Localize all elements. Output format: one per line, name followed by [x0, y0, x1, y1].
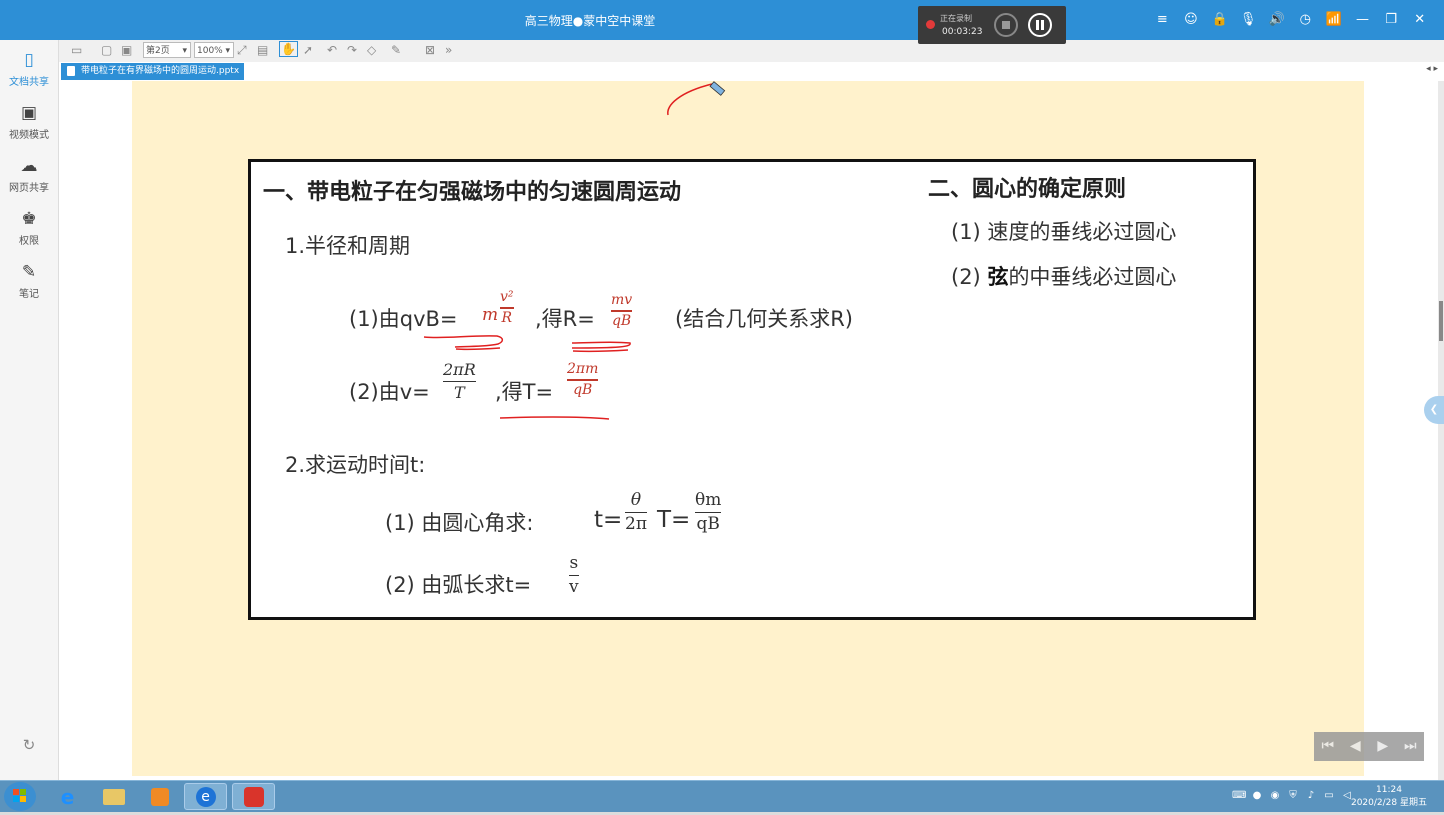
ie-browser-open-icon[interactable]: e	[184, 783, 227, 810]
pen-annotations	[423, 81, 726, 420]
monitor-icon[interactable]: ▭	[1322, 789, 1336, 803]
ie-browser-icon[interactable]: e	[46, 783, 89, 810]
pause-recording-button[interactable]	[1028, 13, 1052, 37]
next-page-button[interactable]: ▶	[1369, 732, 1397, 761]
taskbar: e e ⌨ ● ◉ ⛨ ♪ ▭ ◁ 11:24 2020/2/28 星期五	[0, 780, 1444, 812]
recording-time: 00:03:23	[942, 27, 983, 37]
annotation-underline	[455, 347, 501, 351]
pause-icon	[1036, 20, 1044, 30]
clock-date: 2020/2/28 星期五	[1350, 798, 1427, 808]
volume-icon[interactable]: ♪	[1304, 789, 1318, 803]
taskbar-clock[interactable]: 11:24 2020/2/28 星期五	[1350, 784, 1428, 810]
slide-navigation: ⏮ ◀ ▶ ⏭	[1314, 732, 1424, 761]
system-tray: ⌨ ● ◉ ⛨ ♪ ▭ ◁	[1232, 789, 1354, 803]
media-player-icon[interactable]	[138, 783, 181, 810]
annotation-underline	[423, 335, 504, 348]
annotation-underline	[499, 416, 610, 420]
stop-icon	[1002, 21, 1010, 29]
record-dot-icon	[926, 20, 935, 29]
keyboard-icon[interactable]: ⌨	[1232, 789, 1246, 803]
network-icon[interactable]: ◉	[1268, 789, 1282, 803]
shield-icon[interactable]: ⛨	[1286, 789, 1300, 803]
recording-status: 正在录制	[940, 14, 972, 23]
classroom-app-icon[interactable]	[232, 783, 275, 810]
annotation-underline	[572, 349, 629, 353]
file-explorer-icon[interactable]	[92, 783, 135, 810]
prev-page-button[interactable]: ◀	[1342, 732, 1370, 761]
windows-logo-icon	[13, 789, 26, 802]
qq-icon[interactable]: ●	[1250, 789, 1264, 803]
annotation-arc	[667, 83, 713, 116]
start-button[interactable]	[4, 782, 36, 811]
clock-time: 11:24	[1376, 785, 1402, 795]
stop-recording-button[interactable]	[994, 13, 1018, 37]
first-page-button[interactable]: ⏮	[1314, 732, 1342, 761]
recording-panel: 正在录制 00:03:23	[918, 6, 1066, 44]
annotation-underline	[571, 341, 631, 349]
last-page-button[interactable]: ⏭	[1397, 732, 1425, 761]
pen-cursor-icon	[709, 81, 726, 96]
